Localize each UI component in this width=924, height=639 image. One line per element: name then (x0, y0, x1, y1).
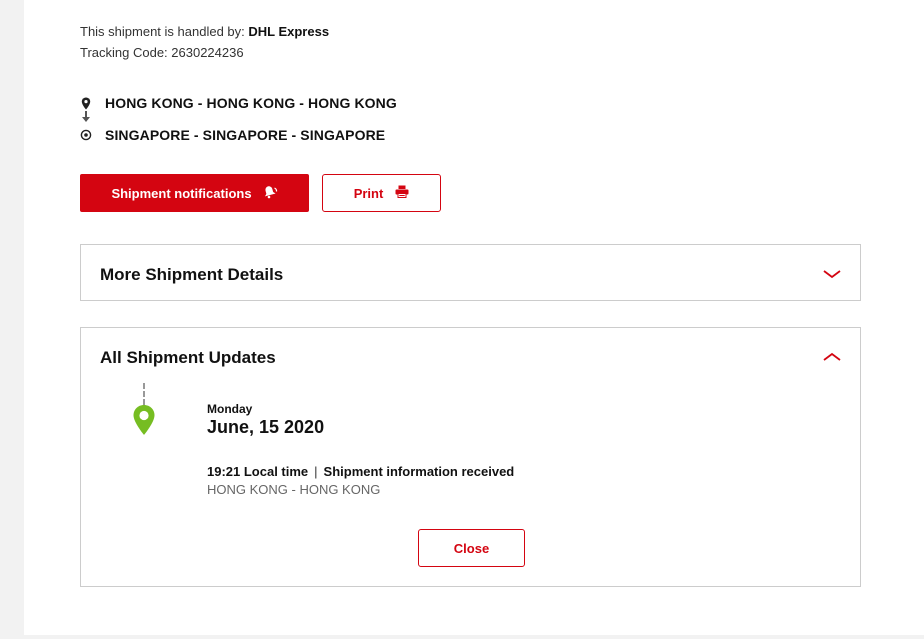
event-time: 19:21 Local time (207, 464, 309, 479)
more-shipment-details-accordion[interactable]: More Shipment Details (80, 244, 861, 301)
tracking-label: Tracking Code: (80, 45, 172, 60)
carrier-name: DHL Express (248, 24, 330, 39)
arrow-down-icon (81, 110, 91, 122)
shipment-panel: This shipment is handled by: DHL Express… (24, 0, 924, 635)
event-weekday: Monday (207, 402, 253, 416)
tracking-code: 2630224236 (171, 45, 244, 60)
event-separator: | (314, 464, 318, 479)
origin-text: HONG KONG - HONG KONG - HONG KONG (105, 95, 397, 111)
printer-icon (395, 185, 409, 201)
event-description: Shipment information received (323, 464, 515, 479)
details-title: More Shipment Details (100, 265, 284, 284)
route-origin: HONG KONG - HONG KONG - HONG KONG (80, 95, 397, 111)
event-date: June, 15 2020 (207, 417, 325, 437)
handled-by-line: This shipment is handled by: DHL Express (80, 24, 329, 39)
notification-bell-icon (262, 185, 278, 202)
print-button[interactable]: Print (322, 174, 441, 212)
map-pin-icon (80, 96, 92, 110)
event-location: HONG KONG - HONG KONG (207, 482, 381, 497)
close-label: Close (453, 540, 490, 556)
destination-text: SINGAPORE - SINGAPORE - SINGAPORE (105, 127, 386, 143)
timeline-connector (143, 383, 145, 405)
close-button[interactable]: Close (418, 529, 525, 567)
updates-title[interactable]: All Shipment Updates (100, 348, 276, 368)
event-line: 19:21 Local time | Shipment information … (207, 464, 514, 479)
route-destination: SINGAPORE - SINGAPORE - SINGAPORE (80, 127, 385, 143)
location-pin-icon (132, 404, 156, 436)
print-label: Print (353, 185, 384, 201)
handled-by-label: This shipment is handled by: (80, 24, 249, 39)
target-circle-icon (80, 128, 92, 142)
notifications-label: Shipment notifications (111, 185, 252, 201)
shipment-notifications-button[interactable]: Shipment notifications (80, 174, 309, 212)
tracking-line: Tracking Code: 2630224236 (80, 45, 244, 60)
chevron-down-icon[interactable] (822, 267, 842, 279)
chevron-up-icon[interactable] (822, 350, 842, 362)
